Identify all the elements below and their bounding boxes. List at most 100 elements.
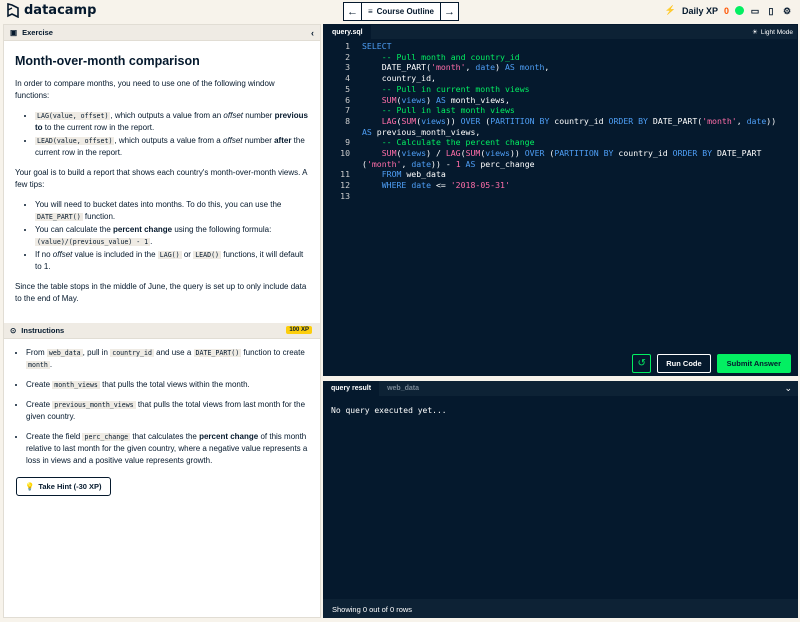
line-number: 12 [340,180,350,191]
lag-code: LAG(value, offset) [35,112,111,120]
tip-text-end: function. [82,212,116,221]
code-line: SUM(views) AS month_views, [362,94,510,105]
course-nav: ← ≡ Course Outline → [343,2,459,21]
instr-text: and use a [153,348,194,357]
window-functions-list: LAG(value, offset), which outputs a valu… [35,110,309,159]
lag-text: , which outputs a value from an [110,111,224,120]
tip-text-b: value is included in the [72,250,158,259]
course-outline-label: Course Outline [376,7,434,16]
line-number: 13 [340,190,350,201]
tab-query-result[interactable]: query result [323,381,380,396]
xp-badge: 100 XP [286,326,312,334]
line-number: 2 [345,51,350,62]
code-line: -- Pull month and country_id [362,51,520,62]
lead-code: LEAD(value, offset) [35,137,115,145]
reset-icon: ↺ [637,358,646,369]
tab-web-data[interactable]: web_data [379,381,427,396]
sun-icon: ☀ [752,29,758,36]
submit-answer-button[interactable]: Submit Answer [716,354,791,373]
previous-exercise-button[interactable]: ← [343,2,362,21]
exercise-icon: ▣ [10,28,18,37]
code-line: DATE_PART('month', date) AS month, [362,62,550,73]
instr-text: function to create [241,348,305,357]
run-code-button[interactable]: Run Code [657,354,711,373]
instr-code: DATE_PART() [193,349,242,357]
instruction-item: Create the field perc_change that calcul… [26,431,308,467]
code-line: -- Calculate the percent change [362,137,535,148]
light-mode-label: Light Mode [760,28,793,36]
arrow-right-icon: → [444,5,455,18]
lead-text: , which outputs a value from a [114,136,223,145]
tip-code: LEAD() [193,251,222,259]
list-item: LEAD(value, offset), which outputs a val… [35,135,309,159]
settings-icon[interactable]: ⚙ [782,6,792,16]
xp-icon: ⚡ [664,5,676,15]
instruction-item: From web_data, pull in country_id and us… [26,347,308,371]
instr-code: month_views [52,381,100,389]
results-panel: query result web_data ⌄ No query execute… [323,381,798,618]
exercise-title: Month-over-month comparison [15,54,200,68]
line-number: 10 [340,148,350,158]
tip-text-b: using the following formula: [172,225,272,234]
lightbulb-icon: 💡 [25,482,35,491]
arrow-left-icon: ← [347,5,358,18]
line-number: 11 [340,169,350,180]
reset-button[interactable]: ↺ [632,354,652,373]
instr-code: country_id [110,349,154,357]
tip-code: DATE_PART() [35,213,83,221]
instr-bold: percent change [199,432,259,441]
code-line: SELECT [362,41,392,51]
code-line: WHERE date <= '2018-05-31' [362,180,510,191]
menu-icon: ≡ [367,7,373,16]
instr-text: Create [26,400,53,409]
datacamp-logo-icon [7,3,19,18]
instr-text: Create the field [26,432,83,441]
code-line: ('month', date)) - 1 AS perc_change [362,158,535,169]
instruction-item: Create month_views that pulls the total … [26,379,308,391]
exercise-header: ▣ Exercise ‹ [4,25,320,41]
tab-query-sql[interactable]: query.sql [324,25,371,39]
code-line: SUM(views) / LAG(SUM(views)) OVER (PARTI… [362,148,762,158]
status-indicator [735,6,744,15]
video-icon[interactable]: ▭ [750,6,760,16]
lag-text-c: to the current row in the report. [42,123,155,132]
tip-code: (value)/(previous_value) - 1 [35,238,151,246]
line-number: 1 [345,41,350,51]
list-item: You will need to bucket dates into month… [35,199,309,223]
line-number: 7 [345,105,350,116]
instr-code: web_data [46,349,83,357]
code-line: LAG(SUM(views)) OVER (PARTITION BY count… [362,115,777,126]
code-line: -- Pull in current month views [362,83,530,94]
goal-text: Your goal is to build a report that show… [15,168,308,189]
datacamp-logo[interactable]: datacamp [6,3,96,18]
exercise-panel: ▣ Exercise ‹ Month-over-month comparison… [3,24,321,618]
editor-actions: ↺ Run Code Submit Answer [632,354,791,373]
code-line: AS previous_month_views, [362,126,481,137]
tip-or: or [181,250,194,259]
instr-code: month [26,361,50,369]
lag-em: offset [223,111,243,120]
slides-icon[interactable]: ▯ [766,6,776,16]
instruction-item: Create previous_month_views that pulls t… [26,399,308,423]
exercise-label: Exercise [22,28,53,37]
code-line: FROM web_data [362,169,446,180]
list-item: LAG(value, offset), which outputs a valu… [35,110,309,134]
collapse-panel-icon[interactable]: ‹ [311,28,314,38]
instr-text: that pulls the total views within the mo… [99,380,250,389]
take-hint-button[interactable]: 💡 Take Hint (-30 XP) [16,477,111,496]
next-exercise-button[interactable]: → [440,2,459,21]
results-tabs: query result web_data ⌄ [323,381,798,396]
code-line: country_id, [362,73,436,84]
course-outline-button[interactable]: ≡ Course Outline [362,2,440,21]
instr-text: that calculates the [130,432,200,441]
instructions-header-wrap: ⊙ Instructions 100 XP [4,323,320,339]
light-mode-toggle[interactable]: ☀ Light Mode [752,28,793,37]
tip-text: You can calculate the [35,225,113,234]
tip-text: If no [35,250,53,259]
chevron-down-icon[interactable]: ⌄ [784,383,792,394]
line-number: 6 [345,94,350,105]
daily-xp-value: 0 [723,5,729,16]
exercise-content: Month-over-month comparison In order to … [4,41,320,305]
editor-tabs: query.sql ☀ Light Mode [324,25,797,39]
lead-text-b: number [242,136,275,145]
